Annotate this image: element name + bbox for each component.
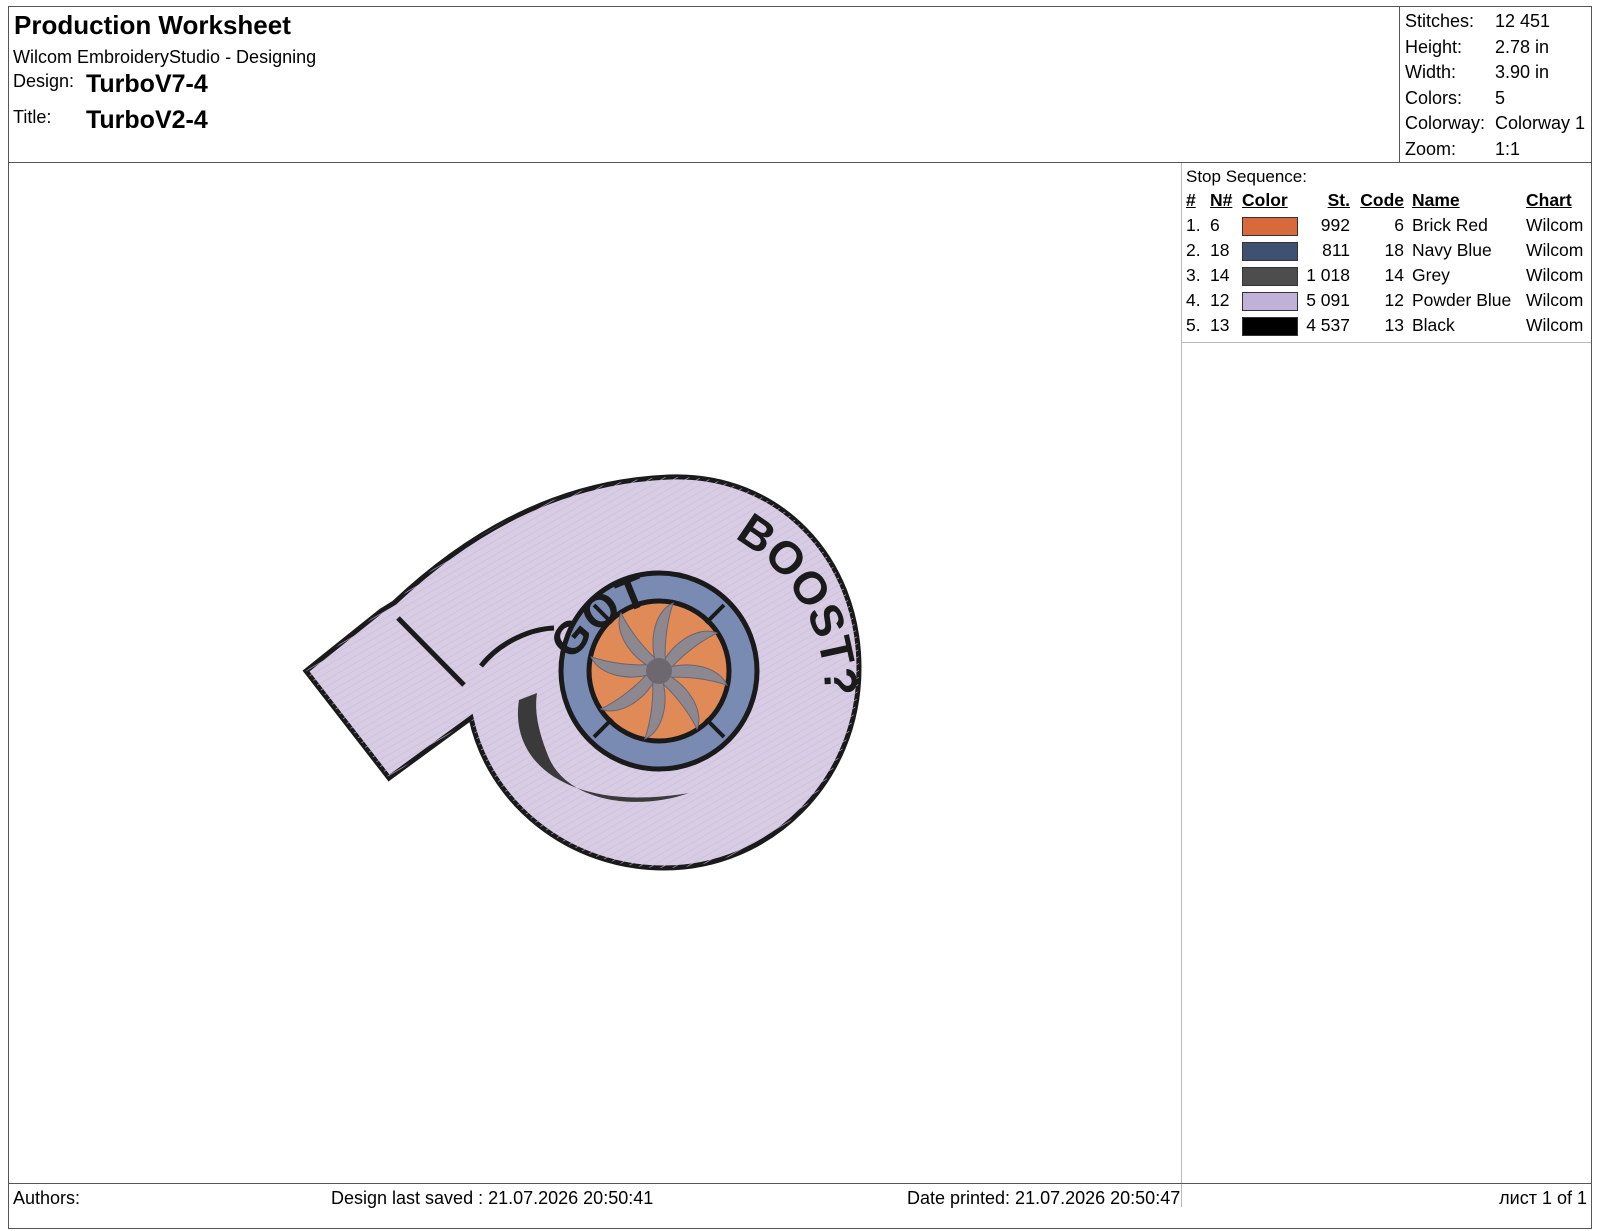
cell-color-swatch <box>1242 213 1298 238</box>
stop-sequence-panel: Stop Sequence: # N# Color St. Code Name … <box>1182 163 1591 1207</box>
stat-height: Height: 2.78 in <box>1401 35 1591 61</box>
impeller-hub <box>646 658 672 684</box>
stat-value: 1:1 <box>1495 138 1521 159</box>
stat-key: Height: <box>1405 36 1463 57</box>
cell-chart: Wilcom <box>1526 265 1584 285</box>
cell-n: 12 <box>1210 290 1230 310</box>
cell-stitches: 5 091 <box>1306 290 1350 310</box>
cell-name: Grey <box>1412 265 1450 285</box>
design-preview-area: GOT BOOST? <box>9 163 1182 1207</box>
cell-stitches: 4 537 <box>1306 315 1350 335</box>
stat-key: Stitches: <box>1405 11 1475 31</box>
color-swatch <box>1242 216 1298 236</box>
stop-sequence-title: Stop Sequence: <box>1186 167 1307 186</box>
stat-colorway: Colorway: Colorway 1 <box>1401 111 1591 137</box>
stat-key: Width: <box>1405 62 1457 82</box>
header-info: Production Worksheet Wilcom EmbroiderySt… <box>9 7 1400 162</box>
color-swatch <box>1242 266 1298 286</box>
cell-name: Powder Blue <box>1412 290 1512 310</box>
cell-code: 6 <box>1394 215 1404 235</box>
color-swatch <box>1242 316 1298 336</box>
stat-value: 5 <box>1495 87 1506 108</box>
cell-code: 13 <box>1384 315 1404 335</box>
stat-zoom: Zoom: 1:1 <box>1401 137 1591 163</box>
worksheet-footer: Authors: Design last saved : 21.07.2026 … <box>9 1183 1591 1229</box>
cell-code: 12 <box>1384 290 1404 310</box>
col-name: Name <box>1412 190 1460 210</box>
cell-n: 13 <box>1210 315 1230 335</box>
cell-name: Black <box>1412 315 1455 335</box>
title-label: Title: <box>13 107 52 127</box>
color-swatch <box>1242 291 1298 311</box>
cell-code: 14 <box>1384 265 1404 285</box>
col-num: # <box>1186 190 1196 210</box>
cell-code: 18 <box>1384 240 1404 260</box>
cell-num: 1. <box>1186 215 1201 235</box>
cell-num: 3. <box>1186 265 1201 285</box>
stat-key: Zoom: <box>1405 138 1457 159</box>
table-row: 4. 12 5 091 12 Powder Blue Wilcom <box>1182 288 1591 313</box>
cell-name: Navy Blue <box>1412 240 1492 260</box>
stat-value: 2.78 in <box>1495 36 1550 57</box>
cell-stitches: 1 018 <box>1306 265 1350 285</box>
design-title: TurboV2-4 <box>86 106 208 134</box>
cell-color-swatch <box>1242 288 1298 313</box>
table-header-row: # N# Color St. Code Name Chart <box>1182 188 1591 213</box>
cell-num: 5. <box>1186 315 1201 335</box>
stop-sequence-table: # N# Color St. Code Name Chart 1. 6 992 6 Br… <box>1182 188 1591 338</box>
authors-label: Authors: <box>13 1188 81 1208</box>
table-bottom-rule <box>1182 342 1591 343</box>
stat-key: Colorway: <box>1405 113 1486 133</box>
cell-name: Brick Red <box>1412 215 1488 235</box>
cell-n: 6 <box>1210 215 1220 235</box>
design-label: Design: <box>13 71 75 91</box>
stat-value: 12 451 <box>1495 11 1551 31</box>
design-name: TurboV7-4 <box>86 70 208 98</box>
date-printed: Date printed: 21.07.2026 20:50:47 <box>907 1188 1181 1208</box>
cell-color-swatch <box>1242 313 1298 338</box>
cell-chart: Wilcom <box>1526 240 1584 260</box>
stat-value: 3.90 in <box>1495 62 1550 82</box>
application-name: Wilcom EmbroideryStudio - Designing <box>13 47 317 67</box>
cell-color-swatch <box>1242 263 1298 288</box>
cell-stitches: 811 <box>1322 240 1350 260</box>
stat-stitches: Stitches: 12 451 <box>1401 9 1591 35</box>
stat-colors: Colors: 5 <box>1401 86 1591 112</box>
design-stats: Stitches: 12 451 Height: 2.78 in Width: … <box>1401 9 1591 162</box>
cell-n: 14 <box>1210 265 1230 285</box>
stat-width: Width: 3.90 in <box>1401 60 1591 86</box>
col-stitches: St. <box>1327 190 1350 210</box>
col-n: N# <box>1210 190 1233 210</box>
stat-key: Colors: <box>1405 87 1463 108</box>
cell-num: 4. <box>1186 290 1201 310</box>
cell-n: 18 <box>1210 240 1230 260</box>
page-number: лист 1 of 1 <box>1499 1188 1587 1208</box>
cell-color-swatch <box>1242 238 1298 263</box>
cell-chart: Wilcom <box>1526 290 1584 310</box>
table-row: 1. 6 992 6 Brick Red Wilcom <box>1182 213 1591 238</box>
cell-num: 2. <box>1186 240 1201 260</box>
embroidery-design-preview: GOT BOOST? <box>302 474 867 871</box>
table-row: 5. 13 4 537 13 Black Wilcom <box>1182 313 1591 338</box>
stat-value: Colorway 1 <box>1495 113 1586 133</box>
cell-chart: Wilcom <box>1526 315 1584 335</box>
worksheet-title: Production Worksheet <box>14 10 291 40</box>
cell-chart: Wilcom <box>1526 215 1584 235</box>
color-swatch <box>1242 241 1298 261</box>
last-saved: Design last saved : 21.07.2026 20:50:41 <box>331 1188 654 1208</box>
worksheet-header: Production Worksheet Wilcom EmbroiderySt… <box>9 7 1591 163</box>
col-code: Code <box>1360 190 1404 210</box>
turbo-logo-group: GOT BOOST? <box>302 474 867 871</box>
table-row: 3. 14 1 018 14 Grey Wilcom <box>1182 263 1591 288</box>
col-color: Color <box>1242 190 1288 210</box>
production-worksheet: Production Worksheet Wilcom EmbroiderySt… <box>8 6 1592 1229</box>
cell-stitches: 992 <box>1320 215 1350 235</box>
table-row: 2. 18 811 18 Navy Blue Wilcom <box>1182 238 1591 263</box>
col-chart: Chart <box>1526 190 1572 210</box>
